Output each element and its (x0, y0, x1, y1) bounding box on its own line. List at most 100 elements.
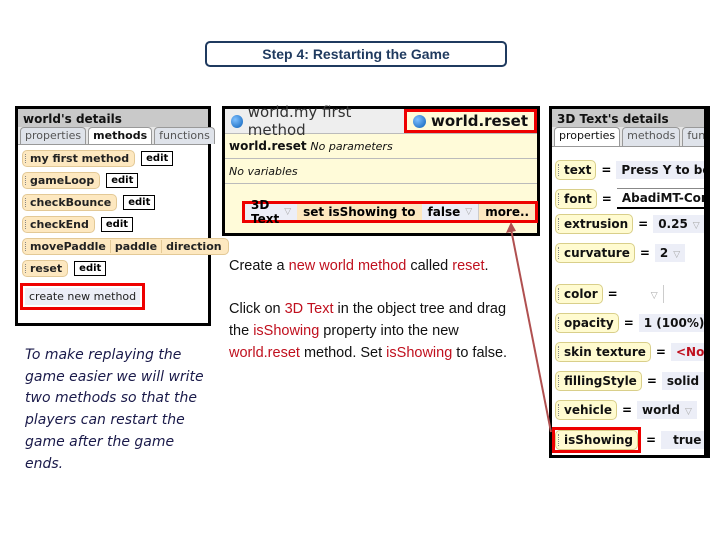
property-row-opacity: opacity = 1 (100%)▽ (555, 313, 704, 333)
property-value-fillingstyle[interactable]: solid▽ (661, 372, 704, 390)
property-value-opacity[interactable]: 1 (100%)▽ (638, 314, 704, 332)
method-row: checkBounce edit (22, 193, 208, 211)
equals-sign: = (621, 403, 633, 417)
property-row-font: font = AbadiMT-Conde (555, 188, 704, 209)
tab-methods[interactable]: methods (88, 127, 153, 144)
method-row: checkEnd edit (22, 215, 208, 233)
property-tile[interactable]: opacity (555, 313, 619, 333)
property-tile[interactable]: text (555, 160, 597, 180)
parameters-text: No parameters (310, 140, 393, 153)
world-details-tabs: properties methods functions (18, 127, 215, 145)
value-label: 0.25 (658, 217, 688, 231)
equals-sign: = (646, 374, 657, 388)
tab-methods[interactable]: methods (622, 127, 681, 146)
text: called (406, 258, 453, 274)
dropdown-arrow-icon: ▽ (692, 221, 700, 231)
dropdown-arrow-icon: ▽ (685, 407, 692, 417)
tab-world-reset[interactable]: world.reset (404, 109, 537, 133)
value-label: true (673, 433, 702, 447)
property-tile[interactable]: fillingStyle (555, 371, 642, 391)
equals-sign: = (623, 316, 634, 330)
edit-button[interactable]: edit (100, 216, 134, 232)
3d-text-details-header: 3D Text's details (552, 109, 704, 127)
highlight-text: world.reset (229, 344, 300, 361)
method-editor: world.my first method world.reset world.… (222, 103, 540, 236)
tab-properties[interactable]: properties (20, 127, 87, 144)
create-new-method-highlight: create new method (20, 283, 146, 310)
method-tile-movepaddle[interactable]: movePaddle paddle direction (22, 237, 229, 255)
set-isshowing-statement[interactable]: 3D Text ▽ set isShowing to false ▽ more.… (242, 198, 539, 226)
value-label: 2 (659, 246, 669, 260)
highlight-text: new world method (288, 258, 407, 274)
method-tile-checkend[interactable]: checkEnd (22, 215, 95, 233)
equals-sign: = (601, 163, 612, 177)
property-tile[interactable]: skin texture (555, 342, 651, 362)
instruction-step-1: Create a new world method called reset. (229, 256, 519, 278)
tab-label: world.my first method (247, 103, 352, 139)
highlight-text: 3D Text (284, 301, 334, 318)
edit-button[interactable]: edit (141, 150, 174, 166)
value-dropdown[interactable]: false ▽ (421, 204, 479, 220)
tab-functions[interactable]: fun (682, 127, 704, 146)
editor-tabs: world.my first method world.reset (225, 103, 537, 139)
dropdown-arrow-icon: ▽ (673, 250, 681, 260)
to-label: to (401, 205, 416, 219)
property-value-isshowing[interactable]: true▽ (661, 431, 704, 449)
method-row: movePaddle paddle direction (22, 237, 229, 255)
text: Click on (229, 301, 285, 318)
world-details-panel: world's details properties methods funct… (15, 106, 229, 326)
property-value-extrusion[interactable]: 0.25 ▽ (653, 215, 704, 233)
property-tile[interactable]: font (555, 188, 597, 209)
object-dropdown[interactable]: 3D Text ▽ (245, 198, 298, 226)
highlight-text: isShowing (386, 344, 453, 361)
param-direction: direction (161, 239, 225, 253)
statement-verb: set isShowing to (297, 204, 421, 220)
highlight-text: reset (452, 258, 485, 274)
equals-sign: = (601, 191, 612, 206)
object-label: 3D Text (251, 198, 280, 226)
value-label: 1 (100%) (643, 316, 704, 330)
property-value-text[interactable]: Press Y to begin (616, 161, 704, 179)
method-row: my first method edit (22, 149, 208, 167)
property-tile[interactable]: vehicle (555, 400, 617, 420)
property-tile[interactable]: isShowing (555, 430, 639, 450)
dropdown-arrow-icon: ▽ (284, 207, 292, 217)
world-globe-icon (231, 114, 243, 128)
method-tile-reset[interactable]: reset (22, 259, 69, 277)
isshowing-highlight: isShowing (552, 427, 642, 453)
intro-text: To make replaying the game easier we wil… (25, 347, 204, 472)
instructions: Create a new world method called reset. … (229, 256, 519, 365)
text: method. Set (299, 344, 387, 361)
3d-text-details-panel: 3D Text's details properties methods fun… (549, 106, 710, 458)
value-label: false (427, 205, 461, 219)
edit-button[interactable]: edit (106, 172, 139, 188)
method-tile-checkbounce[interactable]: checkBounce (22, 193, 118, 211)
property-tile[interactable]: extrusion (555, 214, 634, 234)
property-row-isshowing: isShowing = true▽ (552, 427, 704, 453)
property-tile[interactable]: curvature (555, 243, 635, 263)
tab-functions[interactable]: functions (154, 127, 215, 144)
method-tile-gameloop[interactable]: gameLoop (22, 171, 101, 189)
text: property into the new (319, 323, 459, 340)
dropdown-arrow-icon: ▽ (465, 207, 473, 217)
tab-properties[interactable]: properties (554, 127, 621, 146)
method-name: movePaddle (30, 239, 106, 253)
edit-button[interactable]: edit (74, 260, 107, 276)
instruction-step-2: Click on 3D Text in the object tree and … (229, 299, 519, 364)
property-value-vehicle[interactable]: world ▽ (637, 401, 697, 419)
create-new-method-button[interactable]: create new method (25, 288, 141, 305)
property-row-color: color = ▽ (555, 284, 664, 304)
tab-label: world.reset (431, 112, 528, 130)
method-tile-my-first-method[interactable]: my first method (22, 149, 136, 167)
property-tile[interactable]: color (555, 284, 603, 304)
property-value-color[interactable]: ▽ (622, 285, 664, 303)
verb-label: set (303, 205, 325, 219)
more-button[interactable]: more.. (478, 204, 535, 220)
property-value-curvature[interactable]: 2 ▽ (654, 244, 686, 262)
tab-world-my-first-method[interactable]: world.my first method (225, 103, 404, 139)
property-value-font[interactable]: AbadiMT-Conde (616, 188, 704, 209)
world-details-header: world's details (18, 109, 208, 127)
edit-button[interactable]: edit (123, 194, 156, 210)
property-value-skin-texture[interactable]: <None> (670, 343, 704, 361)
value-label: world (642, 403, 680, 417)
